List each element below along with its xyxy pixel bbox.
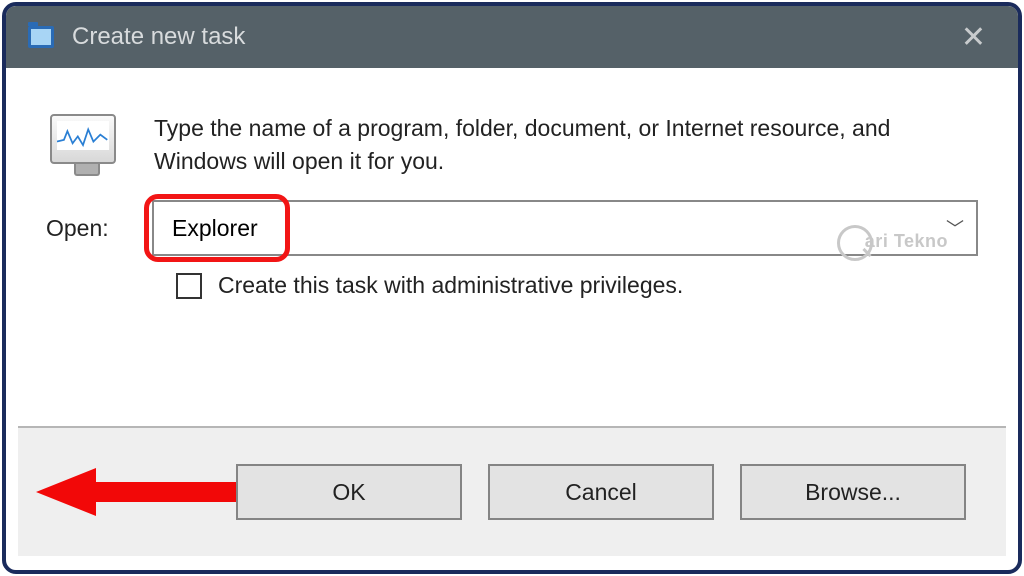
window-title: Create new task: [72, 23, 951, 51]
admin-checkbox-label: Create this task with administrative pri…: [218, 272, 683, 299]
run-dialog-icon: [46, 108, 126, 188]
dialog-window: Create new task ✕ Type the name of a pro…: [2, 2, 1022, 574]
close-icon[interactable]: ✕: [951, 20, 996, 55]
instructions-text: Type the name of a program, folder, docu…: [154, 108, 978, 188]
open-row: Open: ﹀: [6, 188, 1018, 256]
ok-button[interactable]: OK: [236, 464, 462, 520]
admin-privileges-row: Create this task with administrative pri…: [6, 256, 1018, 329]
button-bar: OK Cancel Browse...: [18, 426, 1006, 556]
titlebar: Create new task ✕: [6, 6, 1018, 68]
content-area: Type the name of a program, folder, docu…: [6, 68, 1018, 188]
admin-checkbox[interactable]: [176, 273, 202, 299]
folder-icon: [28, 26, 54, 48]
open-input[interactable]: [152, 200, 978, 256]
open-label: Open:: [46, 215, 132, 242]
browse-button[interactable]: Browse...: [740, 464, 966, 520]
open-combobox[interactable]: ﹀: [152, 200, 978, 256]
cancel-button[interactable]: Cancel: [488, 464, 714, 520]
